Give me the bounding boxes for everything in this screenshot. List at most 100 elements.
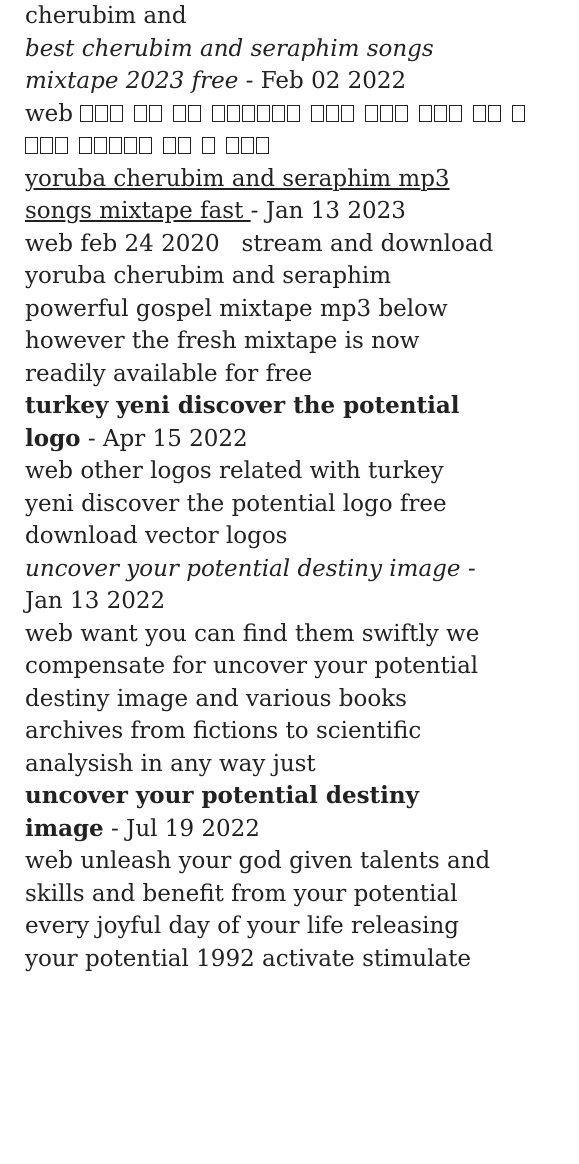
entry-body-line: web [25,98,565,131]
entry-title-with-date: uncover your potential destiny image - [25,553,565,586]
entry-body-line: analysish in any way just [25,750,316,777]
entry-title-with-date: logo - Apr 15 2022 [25,423,565,456]
missing-glyph-group [202,130,217,163]
entry-title-line: best cherubim and seraphim songs [25,35,434,62]
missing-glyph-box [341,104,355,122]
missing-glyph-box [109,137,122,154]
missing-glyph-box [256,137,269,154]
missing-glyph-text [25,133,280,159]
missing-glyph-box [257,104,271,122]
missing-glyph-box [124,137,137,154]
missing-glyph-box [287,104,301,122]
missing-glyph-group [212,98,302,131]
missing-glyph-box [95,104,109,122]
entry-body-line: destiny image and various books [25,685,407,712]
entry-body-line: yeni discover the potential logo free [25,490,447,517]
missing-glyph-group [512,98,527,131]
missing-glyph-box [488,104,502,122]
entry-body-line: readily available for free [25,360,313,387]
entry-title-line: uncover your potential destiny [25,782,419,809]
date-separator: - [80,425,103,452]
entry-body-line: web want you can find them swiftly we [25,620,480,647]
missing-glyph-box [134,104,148,122]
entry-date: Jan 13 2023 [265,198,406,224]
missing-glyph-box [473,104,487,122]
missing-glyph-box [149,104,163,122]
body-prefix: web [25,100,74,127]
entry-body-line: powerful gospel mixtape mp3 below [25,295,448,322]
missing-glyph-box [226,137,239,154]
missing-glyph-box [212,104,226,122]
entry-title-line: turkey yeni discover the potential [25,392,460,419]
date-separator: - [250,198,266,224]
missing-glyph-box [163,137,176,154]
entry-body-line: yoruba cherubim and seraphim [25,263,392,289]
missing-glyph-box [110,104,124,122]
entry-body-line: archives from fictions to scientific [25,718,422,744]
missing-glyph-box [365,104,379,122]
missing-glyph-box [55,137,68,154]
missing-glyph-group [25,130,70,163]
entry-title-with-date: songs mixtape fast - Jan 13 2023 [25,195,565,228]
missing-glyph-box [79,137,92,154]
missing-glyph-box [173,104,187,122]
missing-glyph-box [242,104,256,122]
entry-title-link[interactable]: songs mixtape fast [25,198,251,224]
missing-glyph-box [449,104,463,122]
entry-date: Apr 15 2022 [102,425,248,452]
missing-glyph-box [94,137,107,154]
entry-title-line: image [25,814,104,842]
entry-title-line: logo [25,424,81,452]
missing-glyph-group [80,98,125,131]
missing-glyph-box [419,104,433,122]
entry-body-line: every joyful day of your life releasing [25,913,459,939]
missing-glyph-box [80,104,94,122]
missing-glyph-box [512,104,526,122]
entry-body-line: your potential 1992 activate stimulate [25,945,472,972]
entry-body-line: skills and benefit from your potential [25,880,458,907]
missing-glyph-box [241,137,254,154]
missing-glyph-box [227,104,241,122]
entry-body-line: however the fresh mixtape is now [25,328,420,354]
entry-date: Jan 13 2022 [25,588,166,614]
date-separator: - [238,68,261,94]
missing-glyph-box [272,104,286,122]
missing-glyph-box [40,137,53,154]
missing-glyph-group [173,98,203,131]
missing-glyph-group [134,98,164,131]
missing-glyph-box [395,104,409,122]
entry-body-line: compensate for uncover your potential [25,653,479,679]
missing-glyph-box [188,104,202,122]
entry-body-line: web unleash your god given talents and [25,848,491,874]
missing-glyph-box [139,137,152,154]
entry-body-line [25,130,565,163]
missing-glyph-box [311,104,325,122]
entry-title-fragment: cherubim and [25,3,187,29]
entry-body-line: download vector logos [25,523,288,549]
date-separator: - [103,815,127,842]
missing-glyph-group [473,98,503,131]
entry-title-link[interactable]: yoruba cherubim and seraphim mp3 [25,163,565,196]
missing-glyph-box [25,137,38,154]
entry-title-with-date: mixtape 2023 free - Feb 02 2022 [25,65,565,98]
missing-glyph-group [311,98,356,131]
entry-body-line: web other logos related with turkey [25,458,444,484]
entry-title-line: mixtape 2023 free [25,68,239,94]
entry-body-line: web feb 24 2020 stream and download [25,230,494,257]
missing-glyph-box [178,137,191,154]
missing-glyph-group [79,130,154,163]
missing-glyph-group [365,98,410,131]
date-separator-dash: - [467,555,476,582]
missing-glyph-box [380,104,394,122]
missing-glyph-box [434,104,448,122]
missing-glyph-text [80,101,536,127]
missing-glyph-group [226,130,271,163]
missing-glyph-group [163,130,193,163]
missing-glyph-box [202,137,215,154]
entry-date: Feb 02 2022 [260,68,407,94]
missing-glyph-box [326,104,340,122]
entry-title-with-date: image - Jul 19 2022 [25,813,565,846]
document-page: cherubim and best cherubim and seraphim … [0,0,565,975]
entry-title-line: uncover your potential destiny image [25,555,468,582]
missing-glyph-group [419,98,464,131]
